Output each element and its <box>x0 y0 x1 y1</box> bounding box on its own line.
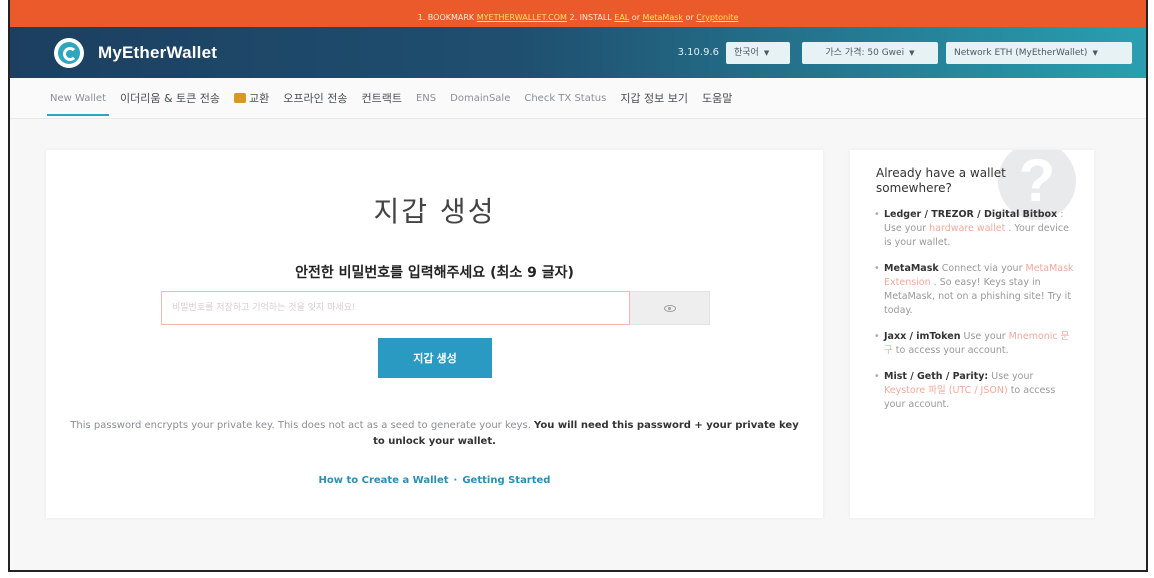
getting-started-link[interactable]: Getting Started <box>462 475 550 486</box>
brand-name[interactable]: MyEtherWallet <box>98 43 217 63</box>
existing-wallet-sidebar: ? Already have a wallet somewhere? Ledge… <box>850 150 1094 518</box>
banner-or: or <box>629 13 643 22</box>
link-separator: · <box>453 475 458 486</box>
list-item: Ledger / TREZOR / Digital Bitbox : Use y… <box>874 208 1074 250</box>
list-item: Jaxx / imToken Use your Mnemonic 문구 to a… <box>874 330 1074 358</box>
how-to-create-wallet-link[interactable]: How to Create a Wallet <box>319 475 449 486</box>
create-wallet-panel: 지갑 생성 안전한 비밀번호를 입력해주세요 (최소 9 글자) 지갑 생성 T… <box>46 150 823 518</box>
nav-swap-label: 교환 <box>249 92 270 105</box>
option-text: Use your <box>960 331 1009 342</box>
list-item: Mist / Geth / Parity: Use your Keystore … <box>874 370 1074 412</box>
nav-contracts[interactable]: 컨트랙트 <box>362 90 402 106</box>
nav-help[interactable]: 도움말 <box>702 90 732 106</box>
nav-offline-send[interactable]: 오프라인 전송 <box>283 90 347 106</box>
password-input[interactable] <box>161 291 630 325</box>
banner-or: or <box>683 13 697 22</box>
language-value: 한국어 <box>734 47 759 58</box>
caret-down-icon: ▼ <box>1092 48 1098 57</box>
main-nav: New Wallet 이더리움 & 토큰 전송 교환 오프라인 전송 컨트랙트 … <box>10 78 1146 119</box>
nav-view-wallet-info[interactable]: 지갑 정보 보기 <box>620 90 688 106</box>
option-text: Connect via your <box>938 263 1026 274</box>
site-header: MyEtherWallet 3.10.9.6 한국어 ▼ 가스 가격: 50 Gw… <box>10 27 1146 78</box>
browser-frame: 1. BOOKMARK MYETHERWALLET.COM 2. INSTALL… <box>8 0 1148 572</box>
caret-down-icon: ▼ <box>909 48 915 57</box>
option-name: Jaxx / imToken <box>884 331 961 342</box>
network-value: Network ETH (MyEtherWallet) <box>954 47 1088 58</box>
version-label: 3.10.9.6 <box>677 47 719 58</box>
note-text: This password encrypts your private key.… <box>70 420 535 431</box>
nav-swap[interactable]: 교환 <box>234 90 269 106</box>
hardware-wallet-link[interactable]: hardware wallet <box>929 223 1005 234</box>
list-item: MetaMask Connect via your MetaMask Exten… <box>874 262 1074 318</box>
nav-send-ether-tokens[interactable]: 이더리움 & 토큰 전송 <box>120 90 220 106</box>
option-name: Mist / Geth / Parity: <box>884 371 989 382</box>
gas-price-value: 가스 가격: 50 Gwei <box>825 47 905 58</box>
header-controls: 3.10.9.6 한국어 ▼ 가스 가격: 50 Gwei ▼ Network ET… <box>677 41 1132 64</box>
option-text: Use your <box>988 371 1034 382</box>
nav-domainsale[interactable]: DomainSale <box>450 93 510 104</box>
network-select[interactable]: Network ETH (MyEtherWallet) ▼ <box>946 41 1132 64</box>
swap-icon <box>234 93 247 103</box>
option-name: MetaMask <box>884 263 939 274</box>
nav-new-wallet[interactable]: New Wallet <box>47 93 109 116</box>
option-text: to access your account. <box>892 345 1009 356</box>
warning-banner: 1. BOOKMARK MYETHERWALLET.COM 2. INSTALL… <box>10 0 1146 27</box>
metamask-link[interactable]: MetaMask <box>643 13 683 22</box>
show-password-button[interactable] <box>630 291 710 325</box>
password-note: This password encrypts your private key.… <box>66 418 803 450</box>
banner-prefix: 1. BOOKMARK <box>417 13 477 22</box>
nav-ens[interactable]: ENS <box>416 93 436 104</box>
keystore-file-link[interactable]: Keystore 파일 (UTC / JSON) <box>884 385 1008 396</box>
eye-icon <box>663 304 676 312</box>
password-prompt: 안전한 비밀번호를 입력해주세요 (최소 9 글자) <box>295 265 574 281</box>
nav-check-tx-status[interactable]: Check TX Status <box>524 93 606 104</box>
option-name: Ledger / TREZOR / Digital Bitbox <box>884 209 1058 220</box>
wallet-options-list: Ledger / TREZOR / Digital Bitbox : Use y… <box>874 208 1074 424</box>
create-wallet-button[interactable]: 지갑 생성 <box>378 338 492 378</box>
help-links: How to Create a Wallet · Getting Started <box>46 475 823 486</box>
cryptonite-link[interactable]: Cryptonite <box>696 13 738 22</box>
password-row <box>161 291 710 325</box>
sidebar-title: Already have a wallet somewhere? <box>876 166 1006 195</box>
gas-price-select[interactable]: 가스 가격: 50 Gwei ▼ <box>802 41 938 64</box>
bookmark-link[interactable]: MYETHERWALLET.COM <box>477 13 567 22</box>
language-select[interactable]: 한국어 ▼ <box>726 41 790 64</box>
page-title: 지갑 생성 <box>373 195 496 228</box>
logo-icon[interactable] <box>54 37 84 68</box>
caret-down-icon: ▼ <box>763 48 770 57</box>
banner-middle: 2. INSTALL <box>566 13 615 22</box>
eal-link[interactable]: EAL <box>614 13 629 22</box>
